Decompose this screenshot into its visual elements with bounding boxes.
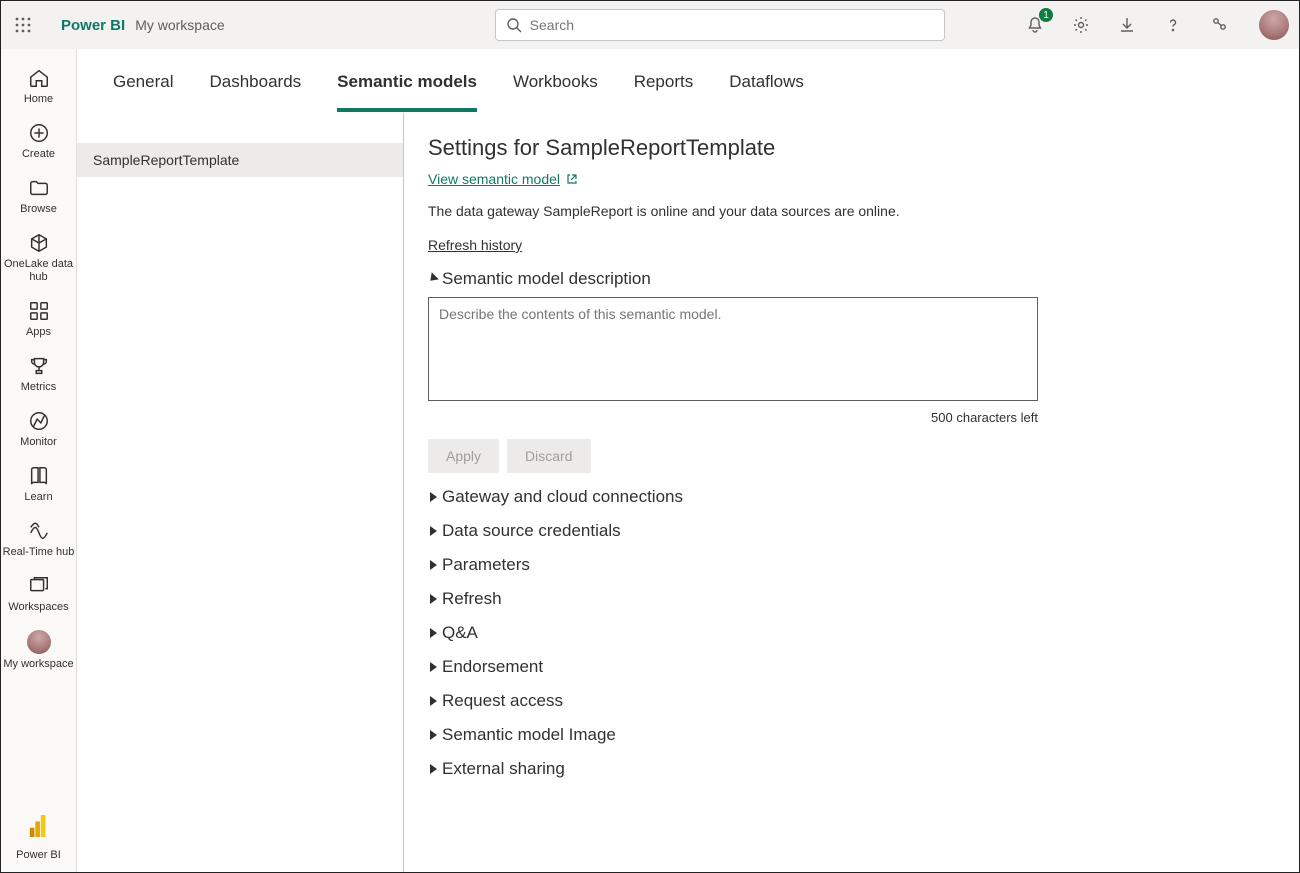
settings-tabs: General Dashboards Semantic models Workb… xyxy=(77,49,1299,113)
home-icon xyxy=(28,67,50,89)
monitor-icon xyxy=(28,410,50,432)
section-parameters[interactable]: Parameters xyxy=(428,555,1269,575)
tab-workbooks[interactable]: Workbooks xyxy=(513,72,598,112)
book-icon xyxy=(28,465,50,487)
chevron-right-icon xyxy=(430,764,437,774)
chevron-right-icon xyxy=(430,560,437,570)
apply-button[interactable]: Apply xyxy=(428,439,499,473)
rail-monitor[interactable]: Monitor xyxy=(1,404,76,459)
refresh-history-link[interactable]: Refresh history xyxy=(428,237,522,253)
nav-rail: Home Create Browse OneLake data hub Apps… xyxy=(1,49,77,872)
rail-home[interactable]: Home xyxy=(1,61,76,116)
settings-panel: Settings for SampleReportTemplate View s… xyxy=(403,113,1299,872)
char-counter: 500 characters left xyxy=(428,410,1038,425)
feedback-icon[interactable] xyxy=(1207,13,1231,37)
gateway-status: The data gateway SampleReport is online … xyxy=(428,203,1269,219)
powerbi-icon xyxy=(28,813,50,839)
realtime-icon xyxy=(28,520,50,542)
brand-label[interactable]: Power BI xyxy=(61,17,125,34)
rail-workspaces[interactable]: Workspaces xyxy=(1,569,76,624)
section-description[interactable]: Semantic model description xyxy=(428,269,1269,289)
chevron-right-icon xyxy=(430,730,437,740)
search-input[interactable] xyxy=(530,17,934,33)
section-gateway[interactable]: Gateway and cloud connections xyxy=(428,487,1269,507)
section-request-access[interactable]: Request access xyxy=(428,691,1269,711)
rail-onelake[interactable]: OneLake data hub xyxy=(1,226,76,294)
chevron-right-icon xyxy=(430,696,437,706)
workspaces-icon xyxy=(28,575,50,597)
chevron-right-icon xyxy=(430,594,437,604)
rail-create[interactable]: Create xyxy=(1,116,76,171)
section-image[interactable]: Semantic model Image xyxy=(428,725,1269,745)
view-semantic-model-link[interactable]: View semantic model xyxy=(428,171,578,187)
rail-powerbi[interactable]: Power BI xyxy=(1,807,76,872)
user-avatar[interactable] xyxy=(1259,10,1289,40)
rail-browse[interactable]: Browse xyxy=(1,171,76,226)
tab-reports[interactable]: Reports xyxy=(634,72,694,112)
rail-apps[interactable]: Apps xyxy=(1,294,76,349)
notifications-icon[interactable]: 1 xyxy=(1023,13,1047,37)
tab-dataflows[interactable]: Dataflows xyxy=(729,72,804,112)
chevron-open-icon xyxy=(426,272,438,284)
section-credentials[interactable]: Data source credentials xyxy=(428,521,1269,541)
workspace-name[interactable]: My workspace xyxy=(135,17,224,33)
list-item[interactable]: SampleReportTemplate xyxy=(77,143,403,177)
section-external-sharing[interactable]: External sharing xyxy=(428,759,1269,779)
trophy-icon xyxy=(28,355,50,377)
external-link-icon xyxy=(566,173,578,185)
rail-metrics[interactable]: Metrics xyxy=(1,349,76,404)
rail-learn[interactable]: Learn xyxy=(1,459,76,514)
chevron-right-icon xyxy=(430,526,437,536)
semantic-model-list: SampleReportTemplate xyxy=(77,113,403,872)
app-launcher-icon[interactable] xyxy=(11,13,35,37)
rail-realtime[interactable]: Real-Time hub xyxy=(1,514,76,569)
search-icon xyxy=(506,17,522,33)
download-icon[interactable] xyxy=(1115,13,1139,37)
discard-button[interactable]: Discard xyxy=(507,439,590,473)
settings-icon[interactable] xyxy=(1069,13,1093,37)
onelake-icon xyxy=(28,232,50,254)
avatar-icon xyxy=(27,630,51,654)
description-textarea[interactable] xyxy=(428,297,1038,401)
folder-icon xyxy=(28,177,50,199)
chevron-right-icon xyxy=(430,662,437,672)
tab-general[interactable]: General xyxy=(113,72,173,112)
chevron-right-icon xyxy=(430,628,437,638)
create-icon xyxy=(28,122,50,144)
chevron-right-icon xyxy=(430,492,437,502)
tab-semantic-models[interactable]: Semantic models xyxy=(337,72,477,112)
apps-icon xyxy=(28,300,50,322)
section-endorsement[interactable]: Endorsement xyxy=(428,657,1269,677)
search-box[interactable] xyxy=(495,9,945,41)
help-icon[interactable] xyxy=(1161,13,1185,37)
tab-dashboards[interactable]: Dashboards xyxy=(209,72,301,112)
notification-badge: 1 xyxy=(1039,8,1053,22)
settings-title: Settings for SampleReportTemplate xyxy=(428,135,1269,161)
rail-my-workspace[interactable]: My workspace xyxy=(1,624,76,681)
section-refresh[interactable]: Refresh xyxy=(428,589,1269,609)
section-qna[interactable]: Q&A xyxy=(428,623,1269,643)
